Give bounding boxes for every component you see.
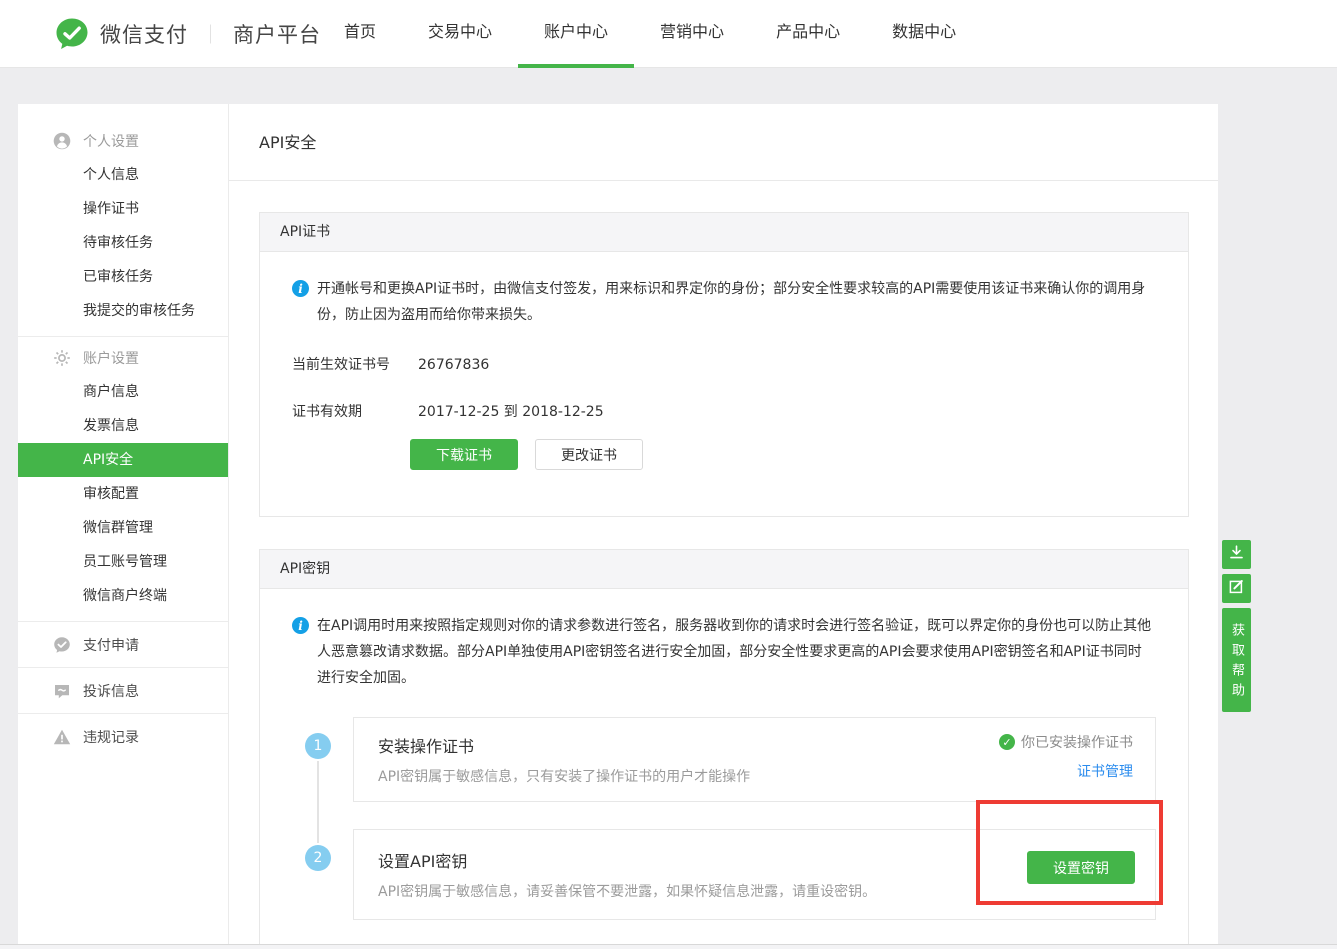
sidebar-item-reviewed[interactable]: 已审核任务 [18, 260, 228, 294]
bottom-scrollbar-strip[interactable] [0, 944, 1337, 949]
floating-helper-widget: 获取帮助 [1222, 540, 1251, 712]
status-row: ✓ 你已安装操作证书 [999, 732, 1133, 752]
api-cert-card-body: 开通帐号和更换API证书时，由微信支付签发，用来标识和界定你的身份；部分安全性要… [260, 252, 1188, 516]
top-nav: 首页 交易中心 账户中心 营销中心 产品中心 数据中心 [318, 0, 982, 68]
step-install-cert: 1 安装操作证书 API密钥属于敏感信息，只有安装了操作证书的用户才能操作 ✓ … [292, 717, 1156, 802]
step-title: 设置API密钥 [378, 848, 1131, 872]
api-key-card-body: 在API调用时用来按照指定规则对你的请求参数进行签名，服务器收到你的请求时会进行… [260, 589, 1188, 944]
content-container: 个人设置 个人信息 操作证书 待审核任务 已审核任务 我提交的审核任务 账户 [18, 104, 1218, 944]
info-icon [292, 617, 309, 634]
brand-name: 微信支付 [100, 19, 188, 49]
check-circle-icon: ✓ [999, 734, 1015, 750]
step-set-api-key-box: 设置API密钥 API密钥属于敏感信息，请妥善保管不要泄露，如果怀疑信息泄露，请… [353, 829, 1156, 920]
sidebar-link-complaint-info[interactable]: 投诉信息 [18, 667, 228, 713]
step-install-cert-box: 安装操作证书 API密钥属于敏感信息，只有安装了操作证书的用户才能操作 ✓ 你已… [353, 717, 1156, 802]
page-title: API安全 [229, 104, 1218, 181]
status-text: 你已安装操作证书 [1021, 732, 1133, 752]
download-helper-button[interactable] [1222, 540, 1251, 569]
cert-buttons-row: 下载证书 更改证书 [410, 439, 1156, 470]
sidebar-item-operation-cert[interactable]: 操作证书 [18, 192, 228, 226]
sidebar-link-violation-record[interactable]: 违规记录 [18, 713, 228, 759]
sidebar-item-my-submitted-review[interactable]: 我提交的审核任务 [18, 294, 228, 328]
step-set-api-key: 2 设置API密钥 API密钥属于敏感信息，请妥善保管不要泄露，如果怀疑信息泄露… [292, 829, 1156, 920]
sidebar-link-label: 投诉信息 [83, 681, 139, 701]
sidebar: 个人设置 个人信息 操作证书 待审核任务 已审核任务 我提交的审核任务 账户 [18, 104, 229, 944]
main-panel: API安全 API证书 开通帐号和更换API证书时，由微信支付签发，用来标识和界… [229, 104, 1218, 944]
step-description: API密钥属于敏感信息，请妥善保管不要泄露，如果怀疑信息泄露，请重设密钥。 [378, 881, 1131, 901]
top-bar: 微信支付 ｜ 商户平台 首页 交易中心 账户中心 营销中心 产品中心 数据中心 [0, 0, 1337, 68]
cert-manage-link[interactable]: 证书管理 [999, 761, 1133, 781]
step-number-badge: 1 [305, 733, 331, 759]
change-cert-button[interactable]: 更改证书 [535, 439, 643, 470]
download-icon [1228, 544, 1245, 565]
sidebar-group-personal-settings: 个人设置 [18, 124, 228, 158]
warning-triangle-icon [53, 728, 71, 746]
feedback-helper-button[interactable] [1222, 574, 1251, 603]
nav-item-trade-center[interactable]: 交易中心 [402, 0, 518, 68]
nav-item-home[interactable]: 首页 [318, 0, 402, 68]
step-status: ✓ 你已安装操作证书 证书管理 [999, 732, 1133, 781]
sidebar-item-pending-review[interactable]: 待审核任务 [18, 226, 228, 260]
cert-validity-label: 证书有效期 [292, 402, 418, 422]
sidebar-item-staff-account[interactable]: 员工账号管理 [18, 545, 228, 579]
cert-validity-value: 2017-12-25 到 2018-12-25 [418, 402, 604, 422]
download-cert-button[interactable]: 下载证书 [410, 439, 518, 470]
api-cert-card: API证书 开通帐号和更换API证书时，由微信支付签发，用来标识和界定你的身份；… [259, 212, 1189, 517]
wechat-pay-logo-icon [55, 17, 89, 51]
user-icon [53, 132, 71, 150]
sidebar-group-account-settings: 账户设置 [18, 341, 228, 375]
brand-product: 商户平台 [233, 19, 321, 49]
key-info-text: 在API调用时用来按照指定规则对你的请求参数进行签名，服务器收到你的请求时会进行… [317, 613, 1153, 691]
key-info-row: 在API调用时用来按照指定规则对你的请求参数进行签名，服务器收到你的请求时会进行… [292, 613, 1156, 691]
api-key-card-header: API密钥 [260, 550, 1188, 589]
sidebar-divider [18, 336, 228, 337]
sidebar-group-label: 个人设置 [83, 131, 139, 151]
sidebar-links: 支付申请 投诉信息 违 [18, 621, 228, 759]
main-body: API证书 开通帐号和更换API证书时，由微信支付签发，用来标识和界定你的身份；… [229, 181, 1218, 944]
cert-number-value: 26767836 [418, 355, 489, 375]
page-header: API安全 [229, 104, 1218, 181]
sidebar-item-review-config[interactable]: 审核配置 [18, 477, 228, 511]
sidebar-item-merchant-info[interactable]: 商户信息 [18, 375, 228, 409]
set-key-button[interactable]: 设置密钥 [1027, 851, 1135, 884]
nav-item-marketing-center[interactable]: 营销中心 [634, 0, 750, 68]
cert-info-row: 开通帐号和更换API证书时，由微信支付签发，用来标识和界定你的身份；部分安全性要… [292, 276, 1156, 328]
sidebar-item-invoice-info[interactable]: 发票信息 [18, 409, 228, 443]
brand-divider: ｜ [201, 20, 220, 47]
nav-item-data-center[interactable]: 数据中心 [866, 0, 982, 68]
sidebar-group-label: 账户设置 [83, 348, 139, 368]
step-number-badge: 2 [305, 845, 331, 871]
brand-logo[interactable]: 微信支付 ｜ 商户平台 [55, 0, 321, 67]
cert-number-label: 当前生效证书号 [292, 355, 418, 375]
chat-check-icon [53, 636, 71, 654]
sidebar-link-payment-apply[interactable]: 支付申请 [18, 621, 228, 667]
get-help-button[interactable]: 获取帮助 [1222, 608, 1251, 712]
sidebar-link-label: 支付申请 [83, 635, 139, 655]
api-key-card: API密钥 在API调用时用来按照指定规则对你的请求参数进行签名，服务器收到你的… [259, 549, 1189, 944]
cert-info-text: 开通帐号和更换API证书时，由微信支付签发，用来标识和界定你的身份；部分安全性要… [317, 276, 1153, 328]
cert-validity-row: 证书有效期 2017-12-25 到 2018-12-25 [292, 402, 1156, 422]
info-icon [292, 280, 309, 297]
complaint-bubble-icon [53, 682, 71, 700]
edit-pencil-icon [1228, 578, 1245, 599]
sidebar-item-wechat-group[interactable]: 微信群管理 [18, 511, 228, 545]
api-key-steps: 1 安装操作证书 API密钥属于敏感信息，只有安装了操作证书的用户才能操作 ✓ … [292, 717, 1156, 920]
sidebar-link-label: 违规记录 [83, 727, 139, 747]
sidebar-item-personal-info[interactable]: 个人信息 [18, 158, 228, 192]
sidebar-item-merchant-terminal[interactable]: 微信商户终端 [18, 579, 228, 613]
gear-icon [53, 349, 71, 367]
cert-number-row: 当前生效证书号 26767836 [292, 355, 1156, 375]
nav-item-account-center[interactable]: 账户中心 [518, 0, 634, 68]
nav-item-product-center[interactable]: 产品中心 [750, 0, 866, 68]
sidebar-item-api-security[interactable]: API安全 [18, 443, 228, 477]
api-cert-card-header: API证书 [260, 213, 1188, 252]
